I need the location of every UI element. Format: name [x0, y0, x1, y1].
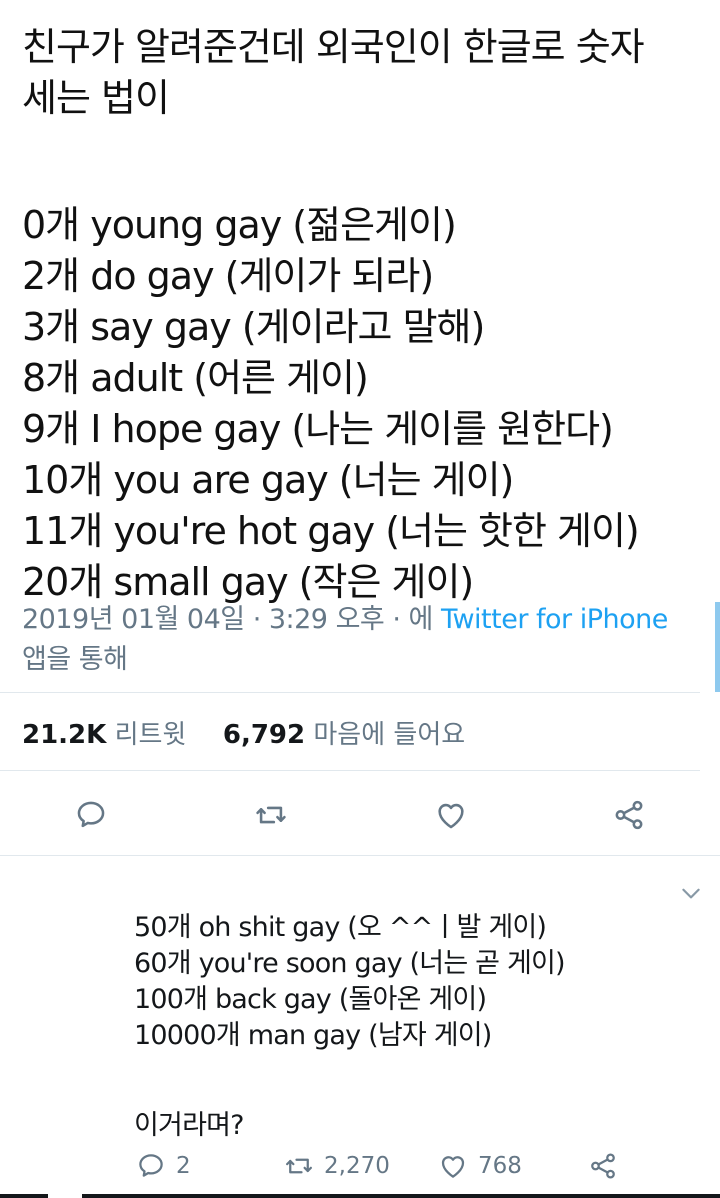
heart-icon [438, 803, 464, 829]
retweets-label[interactable]: 리트윗 [115, 720, 187, 750]
reply-reply-button[interactable]: 2 [136, 1146, 191, 1186]
reply-blank-line [134, 1054, 674, 1108]
tweet-timestamp[interactable]: 2019년 01월 04일 · 3:29 오후 · 에 [22, 604, 433, 635]
divider [0, 692, 700, 693]
reply-action-bar: 2 2,270 768 [0, 1146, 720, 1186]
tweet-text-line: 2개 do gay (게이가 되라) [22, 254, 434, 298]
likes-label[interactable]: 마음에 들어요 [313, 720, 465, 750]
reply-button[interactable] [68, 792, 114, 838]
tweet-meta: 2019년 01월 04일 · 3:29 오후 · 에 Twitter for … [22, 600, 682, 680]
tweet-action-bar [0, 792, 720, 838]
tweet-text-line: 9개 I hope gay (나는 게이를 원한다) [22, 407, 614, 451]
reply-text-line: 100개 back gay (돌아온 게이) [134, 984, 487, 1015]
chevron-down-icon [682, 888, 700, 899]
reply-share-button[interactable] [588, 1146, 618, 1186]
retweets-count[interactable]: 21.2K [22, 720, 106, 750]
tweet-text-line: 친구가 알려준건데 외국인이 한글로 숫자 [22, 25, 645, 69]
likes-count[interactable]: 6,792 [223, 720, 305, 750]
reply-body: 50개 oh shit gay (오 ^^ㅣ발 게이) 60개 you're s… [134, 910, 674, 1144]
more-options-button[interactable] [678, 880, 704, 906]
reply-reply-count: 2 [176, 1153, 191, 1179]
tweet-text-line: 10개 you are gay (너는 게이) [22, 458, 514, 502]
bottom-border [0, 1194, 720, 1198]
reply-retweet-count: 2,270 [324, 1153, 390, 1179]
reply-like-button[interactable]: 768 [438, 1146, 522, 1186]
share-icon [615, 800, 643, 830]
bottom-border-gap [48, 1194, 82, 1198]
tweet-text-line: 3개 say gay (게이라고 말해) [22, 305, 485, 349]
reply-like-count: 768 [478, 1153, 522, 1179]
speech-bubble-icon [139, 1154, 163, 1177]
tweet-text-line: 0개 young gay (젊은게이) [22, 203, 457, 247]
tweet-text-line: 8개 adult (어른 게이) [22, 356, 369, 400]
divider [0, 770, 700, 771]
tweet-text-line: 11개 you're hot gay (너는 핫한 게이) [22, 509, 640, 553]
tweet-text-line: 세는 법이 [22, 76, 170, 120]
share-button[interactable] [606, 792, 652, 838]
thread-divider [0, 855, 720, 856]
scrollbar[interactable] [715, 602, 720, 692]
like-button[interactable] [428, 792, 474, 838]
speech-bubble-icon [77, 801, 105, 828]
reply-text-line: 50개 oh shit gay (오 ^^ㅣ발 게이) [134, 912, 547, 943]
retweet-icon [286, 1158, 312, 1174]
tweet-body: 친구가 알려준건데 외국인이 한글로 숫자 세는 법이 0개 young gay… [22, 22, 692, 608]
retweet-button[interactable] [248, 792, 294, 838]
reply-text-line: 이거라며? [134, 1110, 245, 1141]
share-icon [591, 1153, 615, 1179]
tweet-source-suffix: 앱을 통해 [22, 644, 128, 675]
tweet-source-link[interactable]: Twitter for iPhone [441, 604, 668, 635]
reply-retweet-button[interactable]: 2,270 [284, 1146, 390, 1186]
reply-text-line: 60개 you're soon gay (너는 곧 게이) [134, 948, 566, 979]
retweet-icon [256, 806, 286, 824]
heart-icon [441, 1156, 465, 1178]
tweet-stats: 21.2K 리트윗 6,792 마음에 들어요 [22, 715, 465, 755]
reply-text-line: 10000개 man gay (남자 게이) [134, 1020, 492, 1051]
